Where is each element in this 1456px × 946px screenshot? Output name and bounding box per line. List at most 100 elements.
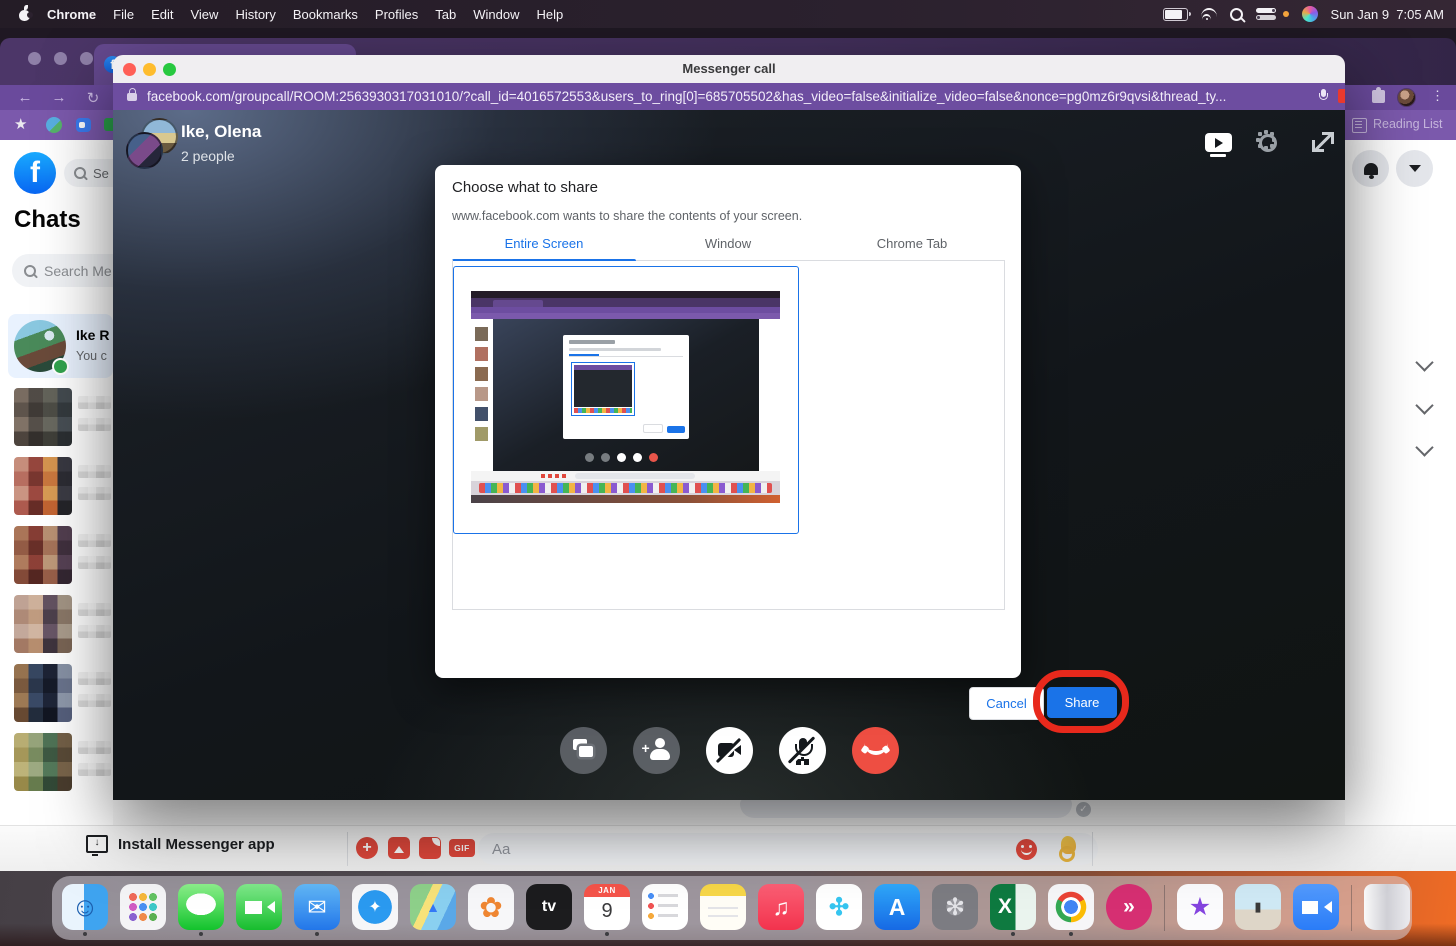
account-menu-button[interactable]: [1396, 150, 1433, 187]
menu-item[interactable]: Window: [473, 7, 519, 22]
picture-in-picture-icon[interactable]: [1205, 133, 1232, 152]
message-input[interactable]: [478, 833, 1098, 865]
dock-item-photos[interactable]: ✿: [468, 881, 514, 935]
reload-button[interactable]: ↻: [84, 89, 102, 107]
address-bar[interactable]: facebook.com/groupcall/ROOM:256393031703…: [113, 83, 1345, 110]
dock-item-chrome[interactable]: [1048, 881, 1094, 935]
menu-item[interactable]: Tab: [435, 7, 456, 22]
profile-avatar[interactable]: [1397, 88, 1416, 107]
reading-list-icon[interactable]: [1352, 118, 1367, 133]
install-messenger-button[interactable]: ↓ Install Messenger app: [86, 835, 275, 853]
gif-button[interactable]: GIF: [449, 839, 475, 857]
dock-divider: [1164, 885, 1165, 931]
facebook-search-text: Se: [93, 166, 109, 181]
chat-list-item[interactable]: [0, 453, 113, 522]
notifications-button[interactable]: [1352, 150, 1389, 187]
browser-menu-icon[interactable]: ⋮: [1431, 88, 1444, 104]
gear-icon[interactable]: [1259, 134, 1277, 152]
dock-item-zoom[interactable]: [1293, 881, 1339, 935]
dock-item-skitch[interactable]: »: [1106, 881, 1152, 935]
dock-item-finder[interactable]: ☺: [62, 881, 108, 935]
dock-app-icon: ☺: [62, 884, 108, 930]
attach-image-button[interactable]: [388, 837, 410, 859]
chat-list-item[interactable]: [0, 522, 113, 591]
dock-item-maps[interactable]: ▲: [410, 881, 456, 935]
siri-icon[interactable]: [1302, 6, 1318, 22]
bookmark-site-icon[interactable]: [46, 117, 62, 133]
share-screen-button[interactable]: [560, 727, 607, 774]
battery-icon[interactable]: [1163, 8, 1188, 21]
chat-list-item[interactable]: [0, 591, 113, 660]
menu-item[interactable]: Profiles: [375, 7, 418, 22]
dock-item-app-store[interactable]: A: [874, 881, 920, 935]
forward-button[interactable]: →: [50, 89, 68, 106]
share-tab[interactable]: Entire Screen: [452, 231, 636, 260]
inactive-minimize-button[interactable]: [54, 52, 67, 65]
share-tab[interactable]: Chrome Tab: [820, 231, 1004, 260]
menu-item[interactable]: Bookmarks: [293, 7, 358, 22]
dock-item-facetime[interactable]: [236, 881, 282, 935]
bookmark-zoom-icon[interactable]: [76, 118, 91, 132]
section-chevron-down-icon[interactable]: [1415, 438, 1433, 456]
dock-item-trash[interactable]: [1364, 881, 1410, 935]
dock-item-excel[interactable]: X: [990, 881, 1036, 935]
dock-item-system-preferences[interactable]: ✻: [932, 881, 978, 935]
menu-bar-clock[interactable]: Sun Jan 9 7:05 AM: [1331, 7, 1444, 22]
menu-item[interactable]: View: [190, 7, 218, 22]
hang-up-button[interactable]: [852, 727, 899, 774]
mic-muted-button[interactable]: [779, 727, 826, 774]
search-icon: [24, 265, 36, 277]
entire-screen-preview[interactable]: [453, 266, 799, 534]
dock-item-slack[interactable]: ✣: [816, 881, 862, 935]
dock-item-music[interactable]: ♫: [758, 881, 804, 935]
dock-item-launchpad[interactable]: [120, 881, 166, 935]
dock-item-messages[interactable]: [178, 881, 224, 935]
ok-hand-send-button[interactable]: [1057, 836, 1081, 862]
dock-item-calendar[interactable]: 9 JAN: [584, 881, 630, 935]
menu-item[interactable]: History: [235, 7, 275, 22]
active-app-name[interactable]: Chrome: [47, 7, 96, 22]
menu-item[interactable]: File: [113, 7, 134, 22]
mic-permission-icon[interactable]: [1319, 89, 1328, 104]
seen-check-icon: ✓: [1076, 802, 1091, 817]
more-actions-button[interactable]: +: [356, 837, 378, 859]
chat-item-selected[interactable]: Ike R You c: [8, 314, 113, 378]
share-annotation-ring: [1033, 670, 1129, 733]
facebook-logo[interactable]: f: [14, 152, 56, 194]
censored-avatar: [14, 526, 72, 584]
dock-item-apple-tv[interactable]: tv: [526, 881, 572, 935]
dock-item-imovie[interactable]: ★: [1177, 881, 1223, 935]
dialog-title: Choose what to share: [452, 179, 598, 196]
wifi-icon[interactable]: [1201, 8, 1217, 20]
dock-app-icon: [1293, 884, 1339, 930]
dock-item-notes[interactable]: [700, 881, 746, 935]
chat-list-item[interactable]: [0, 729, 113, 798]
dock-item-photo-file[interactable]: ▮: [1235, 881, 1281, 935]
menu-item[interactable]: Edit: [151, 7, 173, 22]
chat-list-item[interactable]: [0, 384, 113, 453]
dock-item-mail[interactable]: ✉: [294, 881, 340, 935]
dock-item-safari[interactable]: ✦: [352, 881, 398, 935]
add-person-button[interactable]: +: [633, 727, 680, 774]
inactive-zoom-button[interactable]: [80, 52, 93, 65]
sticker-button[interactable]: [419, 837, 441, 859]
chat-list-item[interactable]: [0, 660, 113, 729]
section-chevron-down-icon[interactable]: [1415, 353, 1433, 371]
url-text: facebook.com/groupcall/ROOM:256393031703…: [147, 89, 1307, 104]
bookmark-star-icon[interactable]: ★: [14, 115, 27, 133]
dock-item-reminders[interactable]: [642, 881, 688, 935]
share-tab[interactable]: Window: [636, 231, 820, 260]
spotlight-search-icon[interactable]: [1230, 8, 1243, 21]
reading-list-label[interactable]: Reading List: [1373, 117, 1443, 131]
menu-bar: Chrome File Edit View History Bookmarks Profi…: [0, 0, 1456, 28]
camera-off-button[interactable]: [706, 727, 753, 774]
emoji-button[interactable]: [1016, 839, 1037, 860]
inactive-close-button[interactable]: [28, 52, 41, 65]
back-button[interactable]: ←: [16, 89, 34, 106]
menu-item[interactable]: Help: [537, 7, 564, 22]
apple-menu-icon[interactable]: [18, 8, 31, 21]
extensions-icon[interactable]: [1372, 90, 1385, 103]
fullscreen-expand-icon[interactable]: [1313, 132, 1333, 152]
control-center-icon[interactable]: [1256, 8, 1278, 20]
section-chevron-down-icon[interactable]: [1415, 396, 1433, 414]
